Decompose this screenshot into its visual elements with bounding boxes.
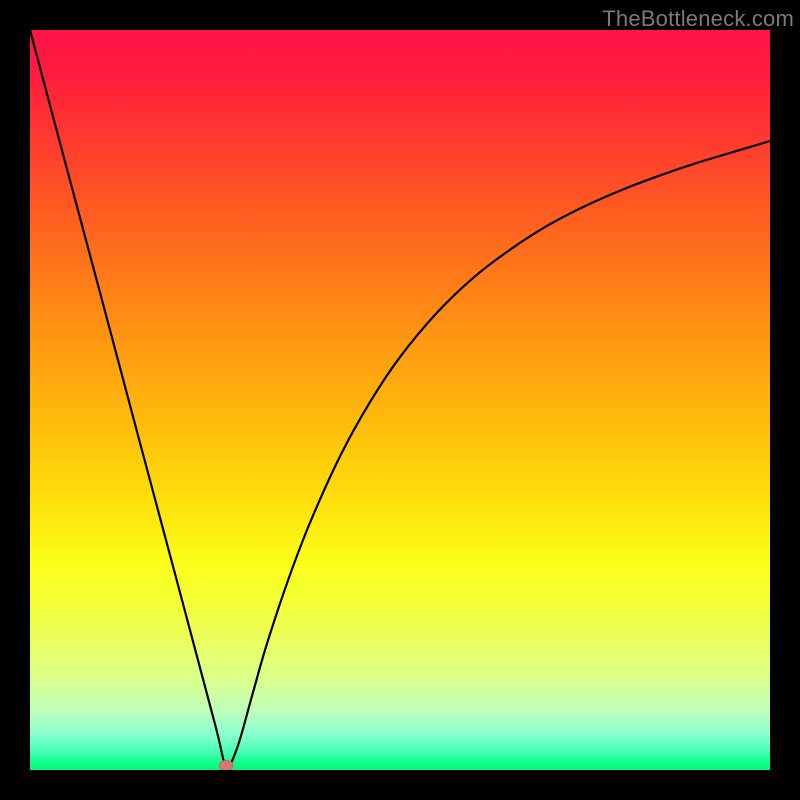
chart-frame: TheBottleneck.com	[0, 0, 800, 800]
bottleneck-curve	[30, 30, 770, 766]
min-marker	[219, 761, 233, 770]
plot-area	[30, 30, 770, 770]
watermark-text: TheBottleneck.com	[602, 6, 794, 32]
chart-svg	[30, 30, 770, 770]
